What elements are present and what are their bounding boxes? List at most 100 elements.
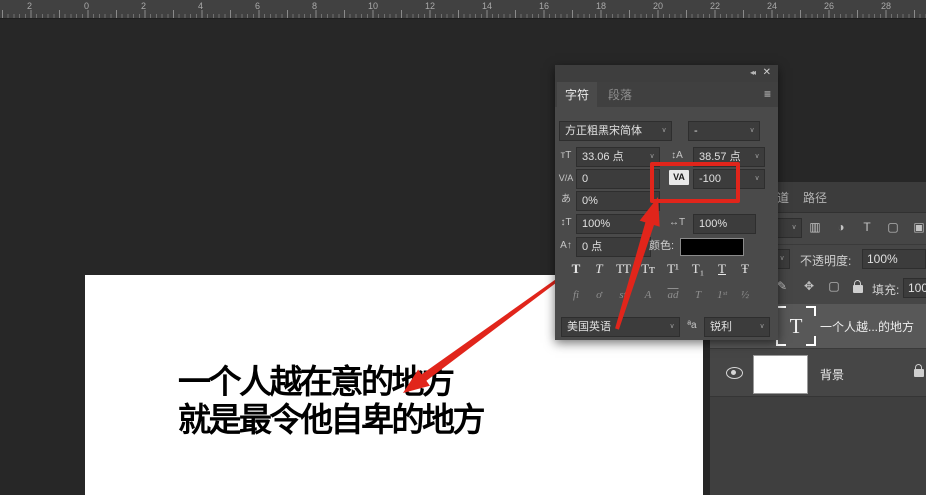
lock-all-icon[interactable] [853, 280, 863, 293]
horizontal-scale-field[interactable]: 100% [693, 214, 756, 234]
fill-label: 填充: [872, 283, 900, 297]
chevron-down-icon[interactable]: ∨ [665, 317, 680, 337]
filter-pixel-layers-icon[interactable]: ▥ [805, 220, 825, 234]
collapse-panel-icon[interactable]: ◂◂ [750, 68, 756, 77]
canvas-text-line2: 就是最令他自卑的地方 [178, 401, 486, 438]
opacity-field[interactable]: 100% [862, 249, 926, 269]
leading-field[interactable]: 38.57 点 [693, 147, 756, 167]
strikethrough-button[interactable]: Ŧ [734, 261, 756, 277]
opentype-buttons-row: fi ơ st A ad T 1ˢᵗ ½ [555, 289, 778, 309]
photoshop-workspace: 2 0 2 4 6 8 10 12 14 16 18 20 22 24 26 2… [0, 0, 926, 495]
selection-corners [776, 306, 816, 346]
text-layer-name[interactable]: 一个人越...的地方 [820, 318, 914, 335]
font-size-icon: ᴛT [560, 150, 572, 161]
kerning-field[interactable]: 0 [576, 169, 651, 189]
chevron-down-icon[interactable]: ∨ [755, 317, 770, 337]
vertical-scale-field[interactable]: 100% [576, 214, 651, 234]
filter-smart-object-icon[interactable]: ▣ [909, 220, 926, 234]
ordinals-button[interactable]: 1ˢᵗ [711, 289, 733, 301]
lock-artboard-icon[interactable]: ▢ [824, 279, 844, 293]
baseline-shift-icon: A↑ [560, 240, 572, 251]
chevron-down-icon[interactable]: ∨ [750, 169, 765, 189]
ruler-label: 20 [653, 1, 664, 11]
ruler-label: 24 [767, 1, 778, 11]
canvas-text-layer[interactable]: 一个人越在意的地方 就是最令他自卑的地方 [178, 363, 486, 439]
faux-italic-button[interactable]: T [588, 261, 610, 277]
tab-paragraph[interactable]: 段落 [600, 82, 640, 107]
ruler-label: 26 [824, 1, 835, 11]
tab-paths[interactable]: 路径 [803, 189, 827, 206]
ruler-label: 12 [425, 1, 436, 11]
ruler-label: 16 [539, 1, 550, 11]
layer-row-background[interactable]: 背景 [710, 348, 926, 397]
top-ruler[interactable]: 2 0 2 4 6 8 10 12 14 16 18 20 22 24 26 2… [0, 0, 926, 19]
chevron-down-icon[interactable]: ∨ [750, 147, 765, 167]
ruler-label: 28 [881, 1, 892, 11]
subscript-button[interactable]: T₁ [687, 261, 709, 277]
discretionary-ligatures-button[interactable]: st [612, 289, 634, 301]
fill-field[interactable]: 100% [903, 278, 926, 298]
ruler-label: 4 [198, 1, 204, 11]
panel-menu-icon[interactable]: ≡ [764, 87, 771, 101]
color-label: 颜色: [649, 240, 675, 252]
layers-empty-area [710, 396, 926, 495]
close-panel-icon[interactable]: ✕ [763, 67, 771, 78]
ruler-label: 18 [596, 1, 607, 11]
underline-button[interactable]: T [711, 261, 733, 277]
ruler-label: 14 [482, 1, 493, 11]
ruler-label: 0 [84, 1, 90, 11]
character-panel: ◂◂ ✕ 字符 段落 ≡ 方正粗黑宋简体 ∨ - ∨ ᴛT 33.06 点 ∨ … [555, 65, 778, 340]
stylistic-alternates-button[interactable]: A [637, 289, 659, 301]
chevron-down-icon[interactable]: ∨ [645, 191, 660, 211]
background-layer-name[interactable]: 背景 [820, 366, 844, 383]
language-select[interactable]: 美国英语 [561, 317, 671, 337]
swash-button[interactable]: ơ [588, 289, 610, 301]
opacity-label: 不透明度: [800, 254, 852, 268]
chevron-down-icon[interactable]: ∨ [645, 147, 660, 167]
superscript-button[interactable]: T¹ [662, 261, 684, 277]
fractions-button[interactable]: ½ [734, 289, 756, 301]
ruler-major-ticks [2, 10, 926, 18]
leading-icon: ↕A [671, 150, 683, 161]
background-layer-thumbnail[interactable] [753, 355, 808, 394]
ligatures-button[interactable]: fi [565, 289, 587, 301]
panel-header: ◂◂ ✕ [555, 65, 778, 82]
ruler-label: 2 [141, 1, 147, 11]
oldstyle-button[interactable]: T [687, 289, 709, 301]
vertical-scale-icon: ↕T [560, 217, 572, 228]
faux-bold-button[interactable]: T [565, 261, 587, 277]
filter-type-layers-icon[interactable]: T [857, 220, 877, 234]
text-color-swatch[interactable] [680, 238, 744, 256]
ruler-label: 10 [368, 1, 379, 11]
titling-alternates-button[interactable]: ad [662, 289, 684, 301]
ruler-label: 22 [710, 1, 721, 11]
small-caps-button[interactable]: Tᴛ [637, 261, 659, 277]
filter-adjustment-layers-icon[interactable]: ◑ [831, 220, 851, 234]
anti-alias-icon: ªa [687, 320, 697, 331]
horizontal-scale-icon: ↔T [668, 217, 686, 228]
all-caps-button[interactable]: TT [612, 261, 634, 277]
filter-shape-layers-icon[interactable]: ▢ [883, 220, 903, 234]
proportional-spacing-field[interactable]: 0% [576, 191, 651, 211]
tracking-field[interactable]: -100 [693, 169, 756, 189]
canvas-text-line1: 一个人越在意的地方 [178, 363, 455, 400]
ruler-label: 2 [27, 1, 33, 11]
ruler-label: 6 [255, 1, 261, 11]
chevron-down-icon[interactable]: ∨ [645, 169, 660, 189]
anti-alias-select[interactable]: 锐利 [704, 317, 761, 337]
lock-position-icon[interactable]: ✥ [799, 279, 819, 293]
ruler-label: 8 [312, 1, 318, 11]
baseline-shift-field[interactable]: 0 点 [576, 237, 651, 257]
kerning-icon: V/A [558, 173, 574, 183]
font-family-field[interactable]: 方正粗黑宋简体 [559, 121, 663, 141]
layer-lock-icon [914, 364, 924, 377]
tab-character[interactable]: 字符 [557, 82, 598, 107]
chevron-down-icon[interactable]: ∨ [787, 218, 802, 238]
font-style-field[interactable]: - [688, 121, 751, 141]
font-size-field[interactable]: 33.06 点 [576, 147, 651, 167]
chevron-down-icon[interactable]: ∨ [657, 121, 672, 141]
chevron-down-icon[interactable]: ∨ [745, 121, 760, 141]
panel-tab-bar: 字符 段落 ≡ [555, 82, 778, 107]
visibility-eye-icon[interactable] [726, 367, 743, 379]
style-buttons-row: T T TT Tᴛ T¹ T₁ T Ŧ [555, 261, 778, 283]
